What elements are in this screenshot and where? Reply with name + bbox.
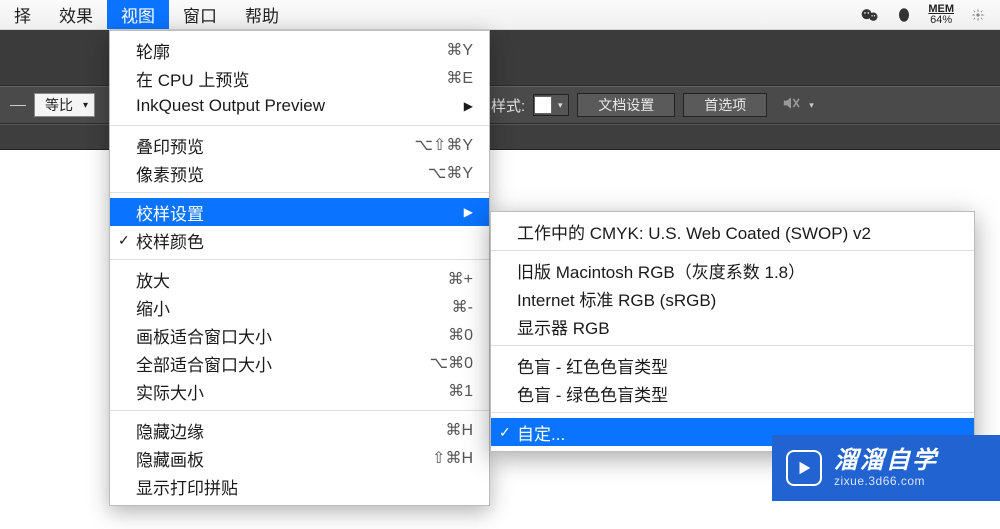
menu-item[interactable]: 画板适合窗口大小⌘0: [110, 321, 489, 349]
line-preview: [10, 105, 26, 106]
play-icon: [786, 450, 822, 486]
menu-shortcut: ⌘-: [452, 297, 473, 317]
submenu-arrow-icon: ▶: [464, 205, 473, 219]
menu-item[interactable]: 叠印预览⌥⇧⌘Y: [110, 131, 489, 159]
mute-icon[interactable]: [781, 95, 801, 115]
menu-separator: [110, 259, 489, 260]
menu-item[interactable]: 全部适合窗口大小⌥⌘0: [110, 349, 489, 377]
mem-percent: 64%: [928, 15, 954, 26]
menu-shortcut: ⌘Y: [446, 40, 473, 60]
submenu-item[interactable]: 色盲 - 红色色盲类型: [491, 351, 974, 379]
menu-shortcut: ⇧⌘H: [432, 448, 473, 468]
menu-shortcut: ⌥⌘0: [430, 353, 473, 373]
menu-item-label: InkQuest Output Preview: [136, 96, 456, 116]
view-menu-dropdown: 轮廓⌘Y在 CPU 上预览⌘EInkQuest Output Preview▶叠…: [109, 30, 490, 506]
submenu-item-label: 旧版 Macintosh RGB（灰度系数 1.8）: [517, 258, 805, 283]
menu-item[interactable]: 实际大小⌘1: [110, 377, 489, 405]
menu-item-label: 隐藏边缘: [136, 418, 445, 443]
menu-item-label: 显示打印拼贴: [136, 474, 473, 499]
menu-item-label: 隐藏画板: [136, 446, 432, 471]
submenu-arrow-icon: ▶: [464, 99, 473, 113]
menu-item[interactable]: 放大⌘+: [110, 265, 489, 293]
menu-shortcut: ⌘1: [448, 381, 473, 401]
menu-separator: [491, 345, 974, 346]
menubar-item-help[interactable]: 帮助: [231, 0, 293, 29]
chevron-down-icon: ▾: [83, 100, 88, 111]
menu-item[interactable]: 隐藏边缘⌘H: [110, 416, 489, 444]
menubar-item-effects[interactable]: 效果: [45, 0, 107, 29]
submenu-item-label: Internet 标准 RGB (sRGB): [517, 286, 716, 311]
menu-item[interactable]: 缩小⌘-: [110, 293, 489, 321]
preferences-button[interactable]: 首选项: [683, 93, 767, 117]
watermark-badge: 溜溜自学 zixue.3d66.com: [772, 435, 1000, 501]
menu-shortcut: ⌘0: [448, 325, 473, 345]
menu-item[interactable]: 校样设置 ▶: [110, 198, 489, 226]
badge-title: 溜溜自学: [834, 447, 938, 475]
menu-shortcut: ⌥⇧⌘Y: [414, 135, 473, 155]
style-swatch-dropdown[interactable]: ▾: [533, 94, 569, 116]
menu-item[interactable]: 像素预览⌥⌘Y: [110, 159, 489, 187]
menu-separator: [491, 250, 974, 251]
menu-item[interactable]: 隐藏画板⇧⌘H: [110, 444, 489, 472]
submenu-item-label: 自定...: [517, 420, 565, 445]
status-icons: MEM 64%: [860, 4, 1000, 26]
submenu-item-label: 色盲 - 红色色盲类型: [517, 353, 668, 378]
mem-label: MEM: [928, 4, 954, 15]
menu-item-label: 校样设置: [136, 200, 456, 225]
submenu-item[interactable]: 旧版 Macintosh RGB（灰度系数 1.8）: [491, 256, 974, 284]
menubar-item-window[interactable]: 窗口: [169, 0, 231, 29]
submenu-item[interactable]: 显示器 RGB: [491, 312, 974, 340]
menu-shortcut: ⌘E: [446, 68, 473, 88]
menu-separator: [491, 412, 974, 413]
menu-separator: [110, 410, 489, 411]
submenu-item-label: 工作中的 CMYK: U.S. Web Coated (SWOP) v2: [517, 219, 871, 244]
submenu-item[interactable]: 工作中的 CMYK: U.S. Web Coated (SWOP) v2: [491, 217, 974, 245]
menu-shortcut: ⌘H: [445, 420, 473, 440]
submenu-item[interactable]: 色盲 - 绿色色盲类型: [491, 379, 974, 407]
check-icon: ✓: [118, 232, 130, 249]
qq-icon[interactable]: [894, 5, 914, 25]
submenu-item-label: 显示器 RGB: [517, 314, 610, 339]
settings-icon[interactable]: [968, 5, 988, 25]
menu-item-label: 校样颜色: [136, 228, 473, 253]
menu-item[interactable]: InkQuest Output Preview ▶: [110, 92, 489, 120]
proportion-dropdown[interactable]: 等比 ▾: [34, 93, 95, 117]
menu-shortcut: ⌥⌘Y: [428, 163, 473, 183]
menu-item-label: 放大: [136, 267, 448, 292]
menu-item-label: 实际大小: [136, 379, 448, 404]
menu-item-label: 全部适合窗口大小: [136, 351, 430, 376]
menu-separator: [110, 192, 489, 193]
menu-item-label: 缩小: [136, 295, 452, 320]
style-label: 样式:: [491, 95, 525, 116]
wechat-icon[interactable]: [860, 5, 880, 25]
menubar-item-select[interactable]: 择: [0, 0, 45, 29]
menu-separator: [110, 125, 489, 126]
submenu-item-label: 色盲 - 绿色色盲类型: [517, 381, 668, 406]
memory-indicator[interactable]: MEM 64%: [928, 4, 954, 26]
macos-menubar: 择 效果 视图 窗口 帮助 MEM 64%: [0, 0, 1000, 30]
menu-item[interactable]: 在 CPU 上预览⌘E: [110, 64, 489, 92]
proof-setup-submenu: 工作中的 CMYK: U.S. Web Coated (SWOP) v2 旧版 M…: [490, 211, 975, 452]
menu-item[interactable]: ✓ 校样颜色: [110, 226, 489, 254]
menu-item-label: 轮廓: [136, 38, 446, 63]
submenu-item[interactable]: Internet 标准 RGB (sRGB): [491, 284, 974, 312]
menu-item[interactable]: 显示打印拼贴: [110, 472, 489, 500]
check-icon: ✓: [499, 424, 511, 441]
document-settings-button[interactable]: 文档设置: [577, 93, 675, 117]
badge-url: zixue.3d66.com: [834, 475, 938, 489]
menubar-item-view[interactable]: 视图: [107, 0, 169, 29]
menu-item-label: 叠印预览: [136, 133, 414, 158]
menu-item-label: 画板适合窗口大小: [136, 323, 448, 348]
menu-item-label: 在 CPU 上预览: [136, 66, 446, 91]
menu-shortcut: ⌘+: [448, 269, 473, 289]
menu-item[interactable]: 轮廓⌘Y: [110, 36, 489, 64]
menu-item-label: 像素预览: [136, 161, 428, 186]
